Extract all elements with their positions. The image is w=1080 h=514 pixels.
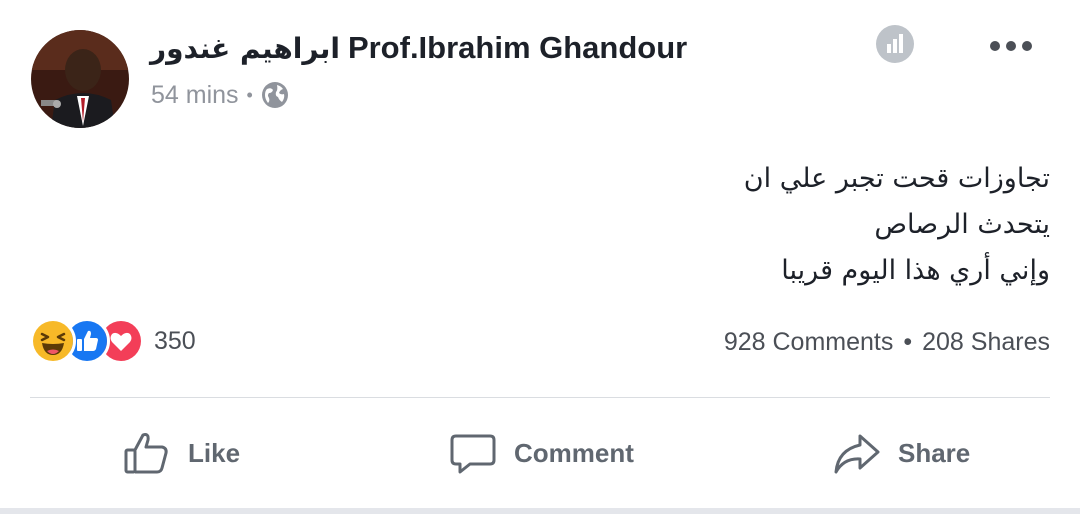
share-icon [832,428,882,478]
feed-post: ابراهيم غندور Prof.Ibrahim Ghandour 54 m… [0,0,1080,508]
author-name-arabic: ابراهيم غندور [150,31,340,65]
reactions-summary[interactable]: 350 [30,318,196,364]
like-button[interactable]: Like [122,420,240,486]
share-button[interactable]: Share [832,420,970,486]
post-text-line: تجاوزات قحت تجبر علي ان [743,163,1050,194]
haha-icon [30,318,76,364]
like-label: Like [188,437,241,468]
feed-separator [0,508,1080,514]
reaction-count: 350 [154,326,196,355]
author-name[interactable]: ابراهيم غندور Prof.Ibrahim Ghandour [150,28,687,68]
post-text-line: وإني أري هذا اليوم قريبا [781,255,1050,286]
post-timestamp[interactable]: 54 mins [151,81,239,110]
post-stats: 928 Comments • 208 Shares [724,322,1050,362]
comment-button[interactable]: Comment [448,420,634,486]
more-options-icon[interactable] [990,38,1034,54]
meta-separator: • [246,84,253,105]
comments-count[interactable]: 928 Comments [724,328,894,357]
post-meta: 54 mins • [151,78,289,112]
author-name-latin: Prof.Ibrahim Ghandour [347,30,688,65]
insights-icon[interactable] [875,24,915,64]
comment-label: Comment [514,437,634,468]
divider [30,397,1050,398]
action-bar: Like Comment Share [0,420,1080,486]
globe-icon [261,81,289,109]
post-text-line: يتحدث الرصاص [874,209,1050,240]
stats-separator: • [903,327,913,356]
thumbs-up-icon [122,428,172,478]
comment-icon [448,428,498,478]
shares-count[interactable]: 208 Shares [922,328,1050,357]
post-text: تجاوزات قحت تجبر علي ان يتحدث الرصاص وإن… [350,156,1050,294]
avatar[interactable] [31,30,129,128]
share-label: Share [898,437,971,468]
